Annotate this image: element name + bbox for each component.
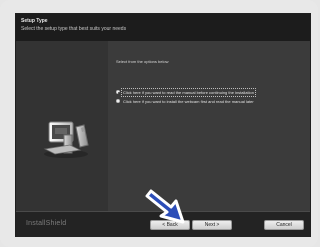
computer-icon: [43, 121, 89, 158]
window-header: Setup Type Select the setup type that be…: [16, 14, 310, 41]
cancel-button[interactable]: Cancel: [264, 220, 304, 230]
screenshot-frame: Setup Type Select the setup type that be…: [0, 0, 318, 247]
radio-icon[interactable]: [116, 90, 120, 94]
installer-brand: InstallShield: [26, 220, 67, 227]
option-install-first[interactable]: Click here if you want to install the we…: [116, 98, 254, 104]
pointer-arrow-icon: [145, 189, 185, 224]
options-panel: Select from the options below Click here…: [116, 59, 302, 179]
option-install-first-label: Click here if you want to install the we…: [123, 98, 254, 104]
sidebar: [16, 41, 108, 236]
window-title: Setup Type: [21, 18, 48, 24]
window-subtitle: Select the setup type that best suits yo…: [21, 26, 127, 32]
instruction-text: Select from the options below: [116, 59, 169, 64]
radio-icon[interactable]: [116, 99, 120, 103]
option-read-manual[interactable]: Click here if you want to read the manua…: [116, 87, 256, 97]
option-read-manual-label: Click here if you want to read the manua…: [121, 87, 256, 97]
